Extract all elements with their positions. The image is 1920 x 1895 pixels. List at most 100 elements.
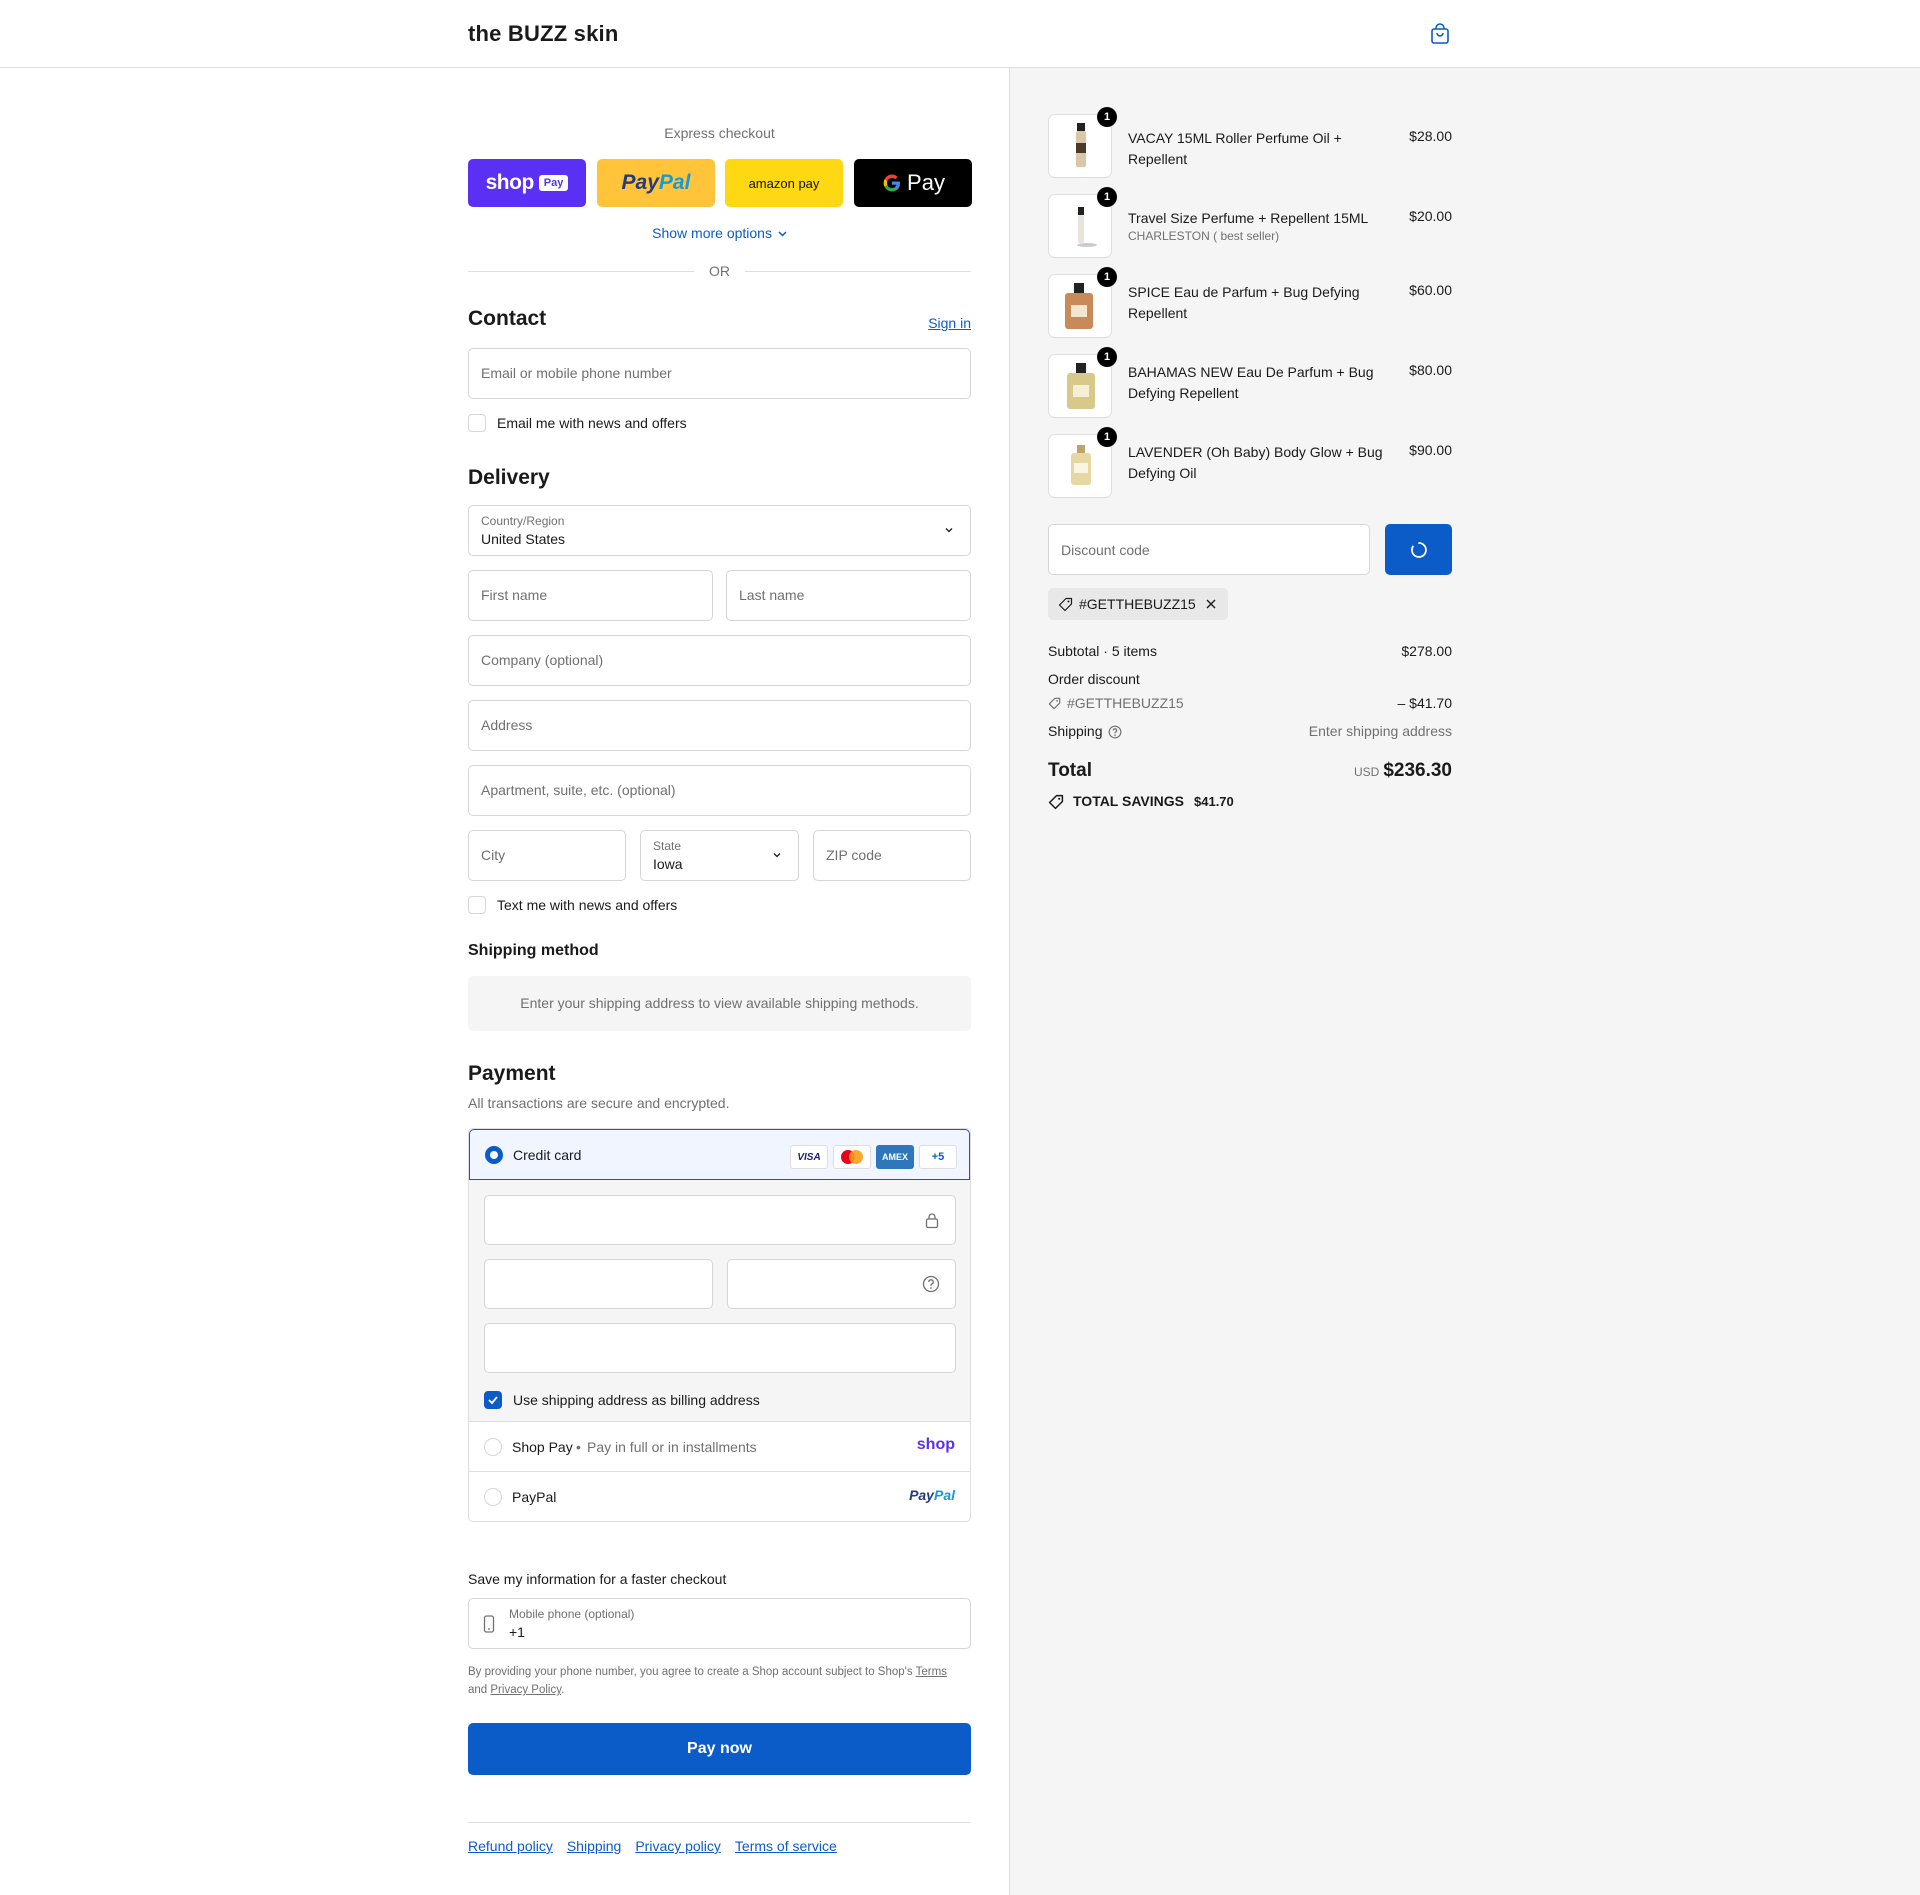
or-label: OR — [709, 263, 730, 279]
state-value: Iowa — [653, 856, 683, 872]
cart-item: 1 VACAY 15ML Roller Perfume Oil + Repell… — [1048, 107, 1452, 180]
shipping-link[interactable]: Shipping — [567, 1838, 622, 1854]
item-name: LAVENDER (Oh Baby) Body Glow + Bug Defyi… — [1128, 444, 1383, 481]
product-thumbnail: 1 — [1048, 427, 1117, 498]
item-price: $80.00 — [1409, 362, 1452, 378]
shop-pay-label: Shop Pay — [512, 1439, 573, 1455]
address-field[interactable]: Address — [468, 700, 971, 751]
help-icon[interactable] — [922, 1275, 940, 1293]
sign-in-link[interactable]: Sign in — [928, 315, 971, 331]
amazon-pay-button[interactable]: amazon pay — [725, 159, 843, 207]
country-value: United States — [481, 531, 566, 547]
visa-icon: VISA — [790, 1145, 828, 1169]
site-header: the BUZZ skin — [0, 0, 1920, 68]
paypal-logo-part-2: Pal — [933, 1487, 955, 1503]
total-row: Total USD $236.30 — [1048, 760, 1452, 788]
first-name-placeholder: First name — [481, 587, 548, 603]
product-thumbnail: 1 — [1048, 107, 1117, 178]
legal-text-2: and — [468, 1684, 491, 1696]
discount-code-label: #GETTHEBUZZ15 — [1067, 695, 1184, 711]
subtotal-value: $278.00 — [1401, 643, 1452, 659]
paypal-option[interactable]: PayPal PayPal — [469, 1471, 970, 1521]
privacy-policy-link[interactable]: Privacy Policy — [490, 1684, 561, 1696]
country-select[interactable]: Country/Region United States — [468, 505, 971, 556]
footer-privacy-policy-link[interactable]: Privacy policy — [635, 1838, 721, 1854]
paypal-radio[interactable] — [484, 1488, 502, 1506]
google-pay-wordmark: Pay — [907, 170, 945, 195]
pay-now-button[interactable]: Pay now — [468, 1723, 971, 1775]
item-name: Travel Size Perfume + Repellent 15ML — [1128, 210, 1369, 226]
shop-legal-text: By providing your phone number, you agre… — [468, 1663, 971, 1699]
paypal-wordmark-1: Pay — [621, 171, 659, 194]
expiration-date-field[interactable] — [484, 1259, 713, 1309]
show-more-options-link[interactable]: Show more options — [468, 225, 971, 241]
discount-code-placeholder: Discount code — [1061, 542, 1150, 558]
loading-spinner-icon — [1411, 542, 1427, 558]
paypal-logo: PayPal — [909, 1487, 955, 1503]
shipping-label: Shipping — [1048, 723, 1103, 739]
state-select[interactable]: State Iowa — [640, 830, 799, 881]
shop-pay-radio[interactable] — [484, 1438, 502, 1456]
quantity-badge: 1 — [1097, 187, 1117, 207]
item-name: BAHAMAS NEW Eau De Parfum + Bug Defying … — [1128, 364, 1374, 401]
subtotal-row: Subtotal · 5 items $278.00 — [1048, 643, 1452, 659]
email-news-checkbox-row[interactable]: Email me with news and offers — [468, 413, 687, 433]
shipping-value: Enter shipping address — [1308, 723, 1452, 739]
shop-pay-option[interactable]: Shop Pay • Pay in full or in installment… — [469, 1421, 970, 1471]
terms-of-service-link[interactable]: Terms of service — [735, 1838, 837, 1854]
order-discount-row: Order discount — [1048, 671, 1452, 687]
name-on-card-field[interactable] — [484, 1323, 956, 1373]
discount-value: – $41.70 — [1397, 695, 1453, 711]
email-news-checkbox[interactable] — [468, 414, 486, 432]
security-code-field[interactable] — [727, 1259, 956, 1309]
total-label: Total — [1048, 760, 1092, 781]
text-news-checkbox-row[interactable]: Text me with news and offers — [468, 895, 677, 915]
payment-subtitle: All transactions are secure and encrypte… — [468, 1095, 730, 1111]
mobile-phone-field[interactable]: Mobile phone (optional) +1 — [468, 1598, 971, 1649]
billing-same-label: Use shipping address as billing address — [513, 1392, 760, 1408]
email-field[interactable]: Email or mobile phone number — [468, 348, 971, 399]
mobile-phone-label: Mobile phone (optional) — [509, 1607, 635, 1621]
store-logo[interactable]: the BUZZ skin — [468, 21, 619, 47]
legal-text-3: . — [561, 1684, 565, 1696]
amazon-pay-wordmark: amazon pay — [748, 175, 820, 191]
apartment-placeholder: Apartment, suite, etc. (optional) — [481, 782, 676, 798]
legal-text-1: By providing your phone number, you agre… — [468, 1666, 916, 1678]
company-field[interactable]: Company (optional) — [468, 635, 971, 686]
chevron-down-icon — [945, 528, 953, 533]
shipping-row: Shipping Enter shipping address — [1048, 723, 1452, 739]
zip-field[interactable]: ZIP code — [813, 830, 971, 881]
total-savings-label: TOTAL SAVINGS — [1073, 793, 1184, 809]
credit-card-option[interactable]: Credit card VISA AMEX +5 — [469, 1129, 970, 1180]
apply-discount-button[interactable] — [1385, 524, 1452, 575]
refund-policy-link[interactable]: Refund policy — [468, 1838, 553, 1854]
help-icon[interactable] — [1108, 725, 1122, 739]
city-field[interactable]: City — [468, 830, 626, 881]
credit-card-radio[interactable] — [485, 1146, 503, 1164]
paypal-label: PayPal — [512, 1489, 557, 1505]
shopping-bag-icon[interactable] — [1430, 23, 1450, 45]
google-pay-button[interactable]: Pay — [854, 159, 972, 207]
apartment-field[interactable]: Apartment, suite, etc. (optional) — [468, 765, 971, 816]
first-name-field[interactable]: First name — [468, 570, 713, 621]
billing-same-checkbox-row[interactable]: Use shipping address as billing address — [484, 1390, 760, 1410]
currency-code: USD — [1353, 765, 1380, 779]
zip-placeholder: ZIP code — [826, 847, 882, 863]
item-variant: CHARLESTON ( best seller) — [1128, 229, 1280, 243]
chevron-down-icon — [773, 853, 781, 858]
paypal-button[interactable]: Pay Pal — [597, 159, 715, 207]
country-label: Country/Region — [481, 514, 565, 528]
amex-icon: AMEX — [876, 1145, 914, 1169]
lock-icon — [925, 1213, 939, 1229]
discount-code-field[interactable]: Discount code — [1048, 524, 1370, 575]
billing-same-checkbox[interactable] — [484, 1391, 502, 1409]
close-icon[interactable] — [1205, 598, 1217, 610]
shop-pay-button[interactable]: shop Pay — [468, 159, 586, 207]
shop-pay-description: Pay in full or in installments — [587, 1439, 757, 1455]
text-news-checkbox[interactable] — [468, 896, 486, 914]
card-number-field[interactable] — [484, 1195, 956, 1245]
terms-link[interactable]: Terms — [916, 1666, 947, 1678]
express-checkout-label: Express checkout — [664, 125, 775, 141]
last-name-placeholder: Last name — [739, 587, 805, 603]
last-name-field[interactable]: Last name — [726, 570, 971, 621]
